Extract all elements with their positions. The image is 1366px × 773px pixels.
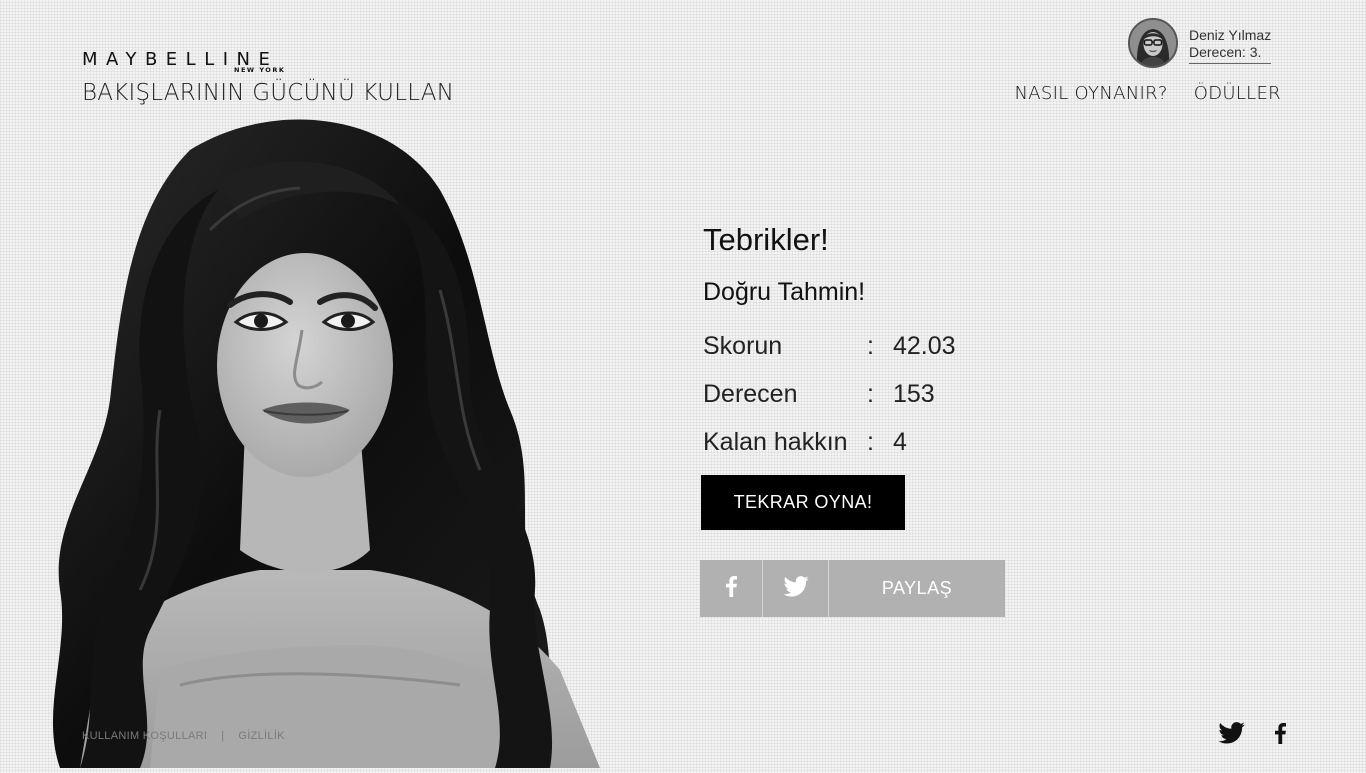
- maybelline-logo[interactable]: MAYBELLINE NEW YORK: [82, 49, 322, 75]
- stat-separator: :: [867, 332, 874, 360]
- hero-model-image: [40, 110, 620, 769]
- stat-separator: :: [867, 380, 874, 408]
- page-tagline: BAKIŞLARININ GÜCÜNÜ KULLAN: [82, 80, 455, 106]
- stat-rank: Derecen : 153: [703, 370, 956, 418]
- footer-separator: |: [221, 730, 225, 742]
- result-subtitle: Doğru Tahmin!: [703, 278, 866, 306]
- privacy-link[interactable]: GİZLİLİK: [238, 730, 284, 742]
- footer-social: [1218, 722, 1286, 749]
- stat-label: Kalan hakkın: [703, 428, 848, 456]
- result-panel: Tebrikler! Doğru Tahmin! Skorun : 42.03 …: [703, 220, 956, 466]
- logo-subtext: NEW YORK: [234, 66, 286, 74]
- facebook-icon[interactable]: [1275, 722, 1286, 749]
- stats-list: Skorun : 42.03 Derecen : 153 Kalan hakkı…: [703, 322, 956, 466]
- user-rank: Derecen: 3.: [1189, 44, 1272, 64]
- facebook-icon: [725, 575, 737, 602]
- twitter-icon: [783, 575, 809, 602]
- footer-links: KULLANIM KOŞULLARI | GİZLİLİK: [82, 730, 285, 742]
- avatar[interactable]: [1128, 18, 1178, 68]
- stat-value: 42.03: [893, 332, 956, 360]
- logo-text: MAYBELLINE: [82, 49, 279, 70]
- user-profile[interactable]: Deniz Yılmaz Derecen: 3.: [1128, 18, 1272, 68]
- share-facebook-button[interactable]: [700, 560, 763, 617]
- stat-remaining: Kalan hakkın : 4: [703, 418, 956, 466]
- stat-label: Derecen: [703, 380, 798, 408]
- user-info: Deniz Yılmaz Derecen: 3.: [1189, 27, 1272, 64]
- nav-rewards[interactable]: ÖDÜLLER: [1194, 83, 1281, 104]
- avatar-image: [1130, 20, 1176, 66]
- share-bar: PAYLAŞ: [700, 560, 1005, 617]
- stat-label: Skorun: [703, 332, 783, 360]
- user-name: Deniz Yılmaz: [1189, 27, 1272, 43]
- share-twitter-button[interactable]: [763, 560, 829, 617]
- main-nav: NASIL OYNANIR? ÖDÜLLER: [1014, 83, 1281, 104]
- result-title: Tebrikler!: [703, 222, 829, 257]
- stat-value: 4: [893, 428, 907, 456]
- brand-block: MAYBELLINE NEW YORK BAKIŞLARININ GÜCÜNÜ …: [82, 49, 455, 107]
- twitter-icon[interactable]: [1218, 722, 1245, 749]
- share-label[interactable]: PAYLAŞ: [829, 560, 1005, 617]
- play-again-button[interactable]: TEKRAR OYNA!: [701, 475, 905, 530]
- stat-score: Skorun : 42.03: [703, 322, 956, 370]
- model-illustration: [52, 119, 600, 769]
- stat-separator: :: [867, 428, 874, 456]
- terms-link[interactable]: KULLANIM KOŞULLARI: [82, 730, 207, 742]
- nav-how-to-play[interactable]: NASIL OYNANIR?: [1014, 83, 1167, 104]
- stat-value: 153: [893, 380, 935, 408]
